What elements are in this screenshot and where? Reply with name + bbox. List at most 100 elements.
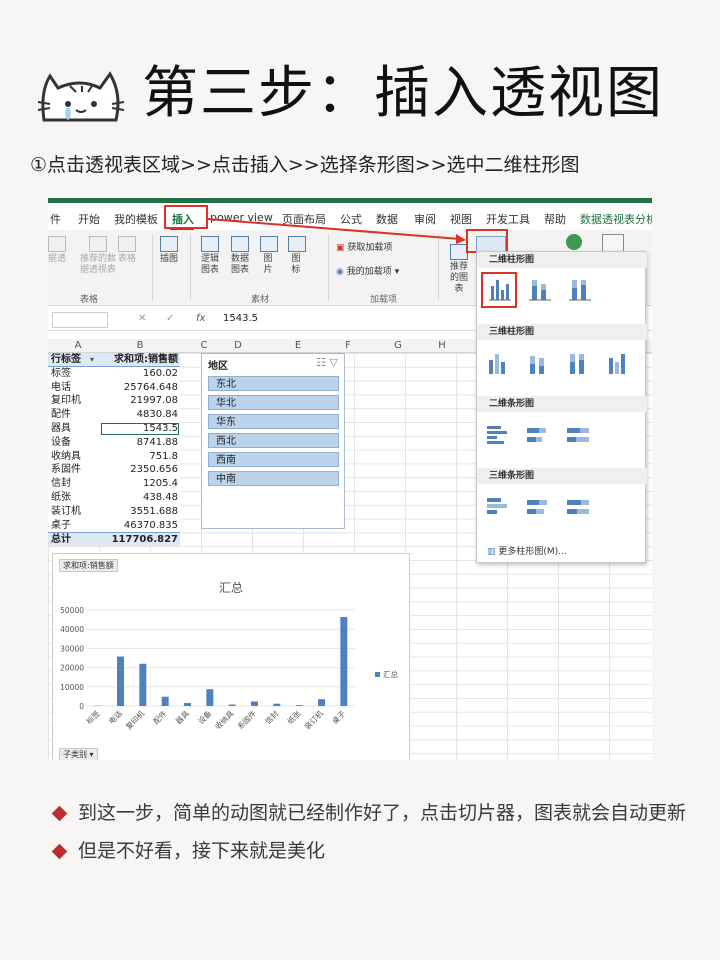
pivot-header-label[interactable]: 行标签	[51, 353, 81, 367]
3d-percent-column-icon[interactable]	[565, 350, 591, 376]
dd-section-3d-column: 三维柱形图	[477, 324, 647, 340]
page-title: 第三步：插入透视图	[142, 61, 664, 126]
y-tick-label: 50000	[60, 606, 84, 615]
x-tick-label: 信封	[263, 708, 281, 726]
pivot-row-selected[interactable]: 器具 1543.5	[48, 422, 180, 436]
stacked-bar-icon[interactable]	[525, 422, 551, 448]
x-tick-label: 系固件	[235, 708, 258, 731]
slicer-item-zhongnan[interactable]: 中南	[208, 471, 339, 486]
pivot-row[interactable]: 桌子 46370.835	[48, 519, 180, 533]
category-field-button[interactable]: 子类别 ▾	[59, 748, 98, 760]
y-tick-label: 0	[79, 702, 84, 711]
dd-section-2d-bar: 二维条形图	[477, 396, 647, 412]
legend-label: 汇总	[383, 669, 398, 679]
legend-swatch	[375, 672, 380, 677]
chart-bar	[273, 703, 281, 706]
name-box[interactable]	[52, 312, 108, 328]
chart-bar	[206, 689, 214, 706]
dd-3d-column-icons	[477, 344, 647, 384]
x-tick-label: 电话	[106, 708, 124, 726]
diamond-bullet-icon	[51, 843, 68, 860]
y-tick-label: 10000	[60, 683, 84, 692]
percent-stacked-column-icon[interactable]	[567, 276, 593, 302]
dd-section-2d-column: 二维柱形图	[477, 252, 647, 268]
3d-percent-bar-icon[interactable]	[565, 494, 591, 520]
chart-bar	[184, 703, 191, 706]
slicer-item-huadong[interactable]: 华东	[208, 414, 339, 429]
column-header-b[interactable]: B	[110, 340, 170, 351]
filter-dropdown-icon[interactable]: ▾	[90, 353, 94, 367]
pivot-row[interactable]: 装订机 3551.688	[48, 505, 180, 519]
chart-bar	[251, 701, 258, 706]
slicer-title: 地区	[208, 361, 228, 372]
more-column-charts[interactable]: ▥ 更多柱形图(M)...	[487, 544, 567, 557]
x-tick-label: 纸张	[285, 708, 303, 726]
x-tick-label: 装订机	[302, 708, 325, 731]
x-tick-label: 器具	[174, 709, 191, 726]
x-tick-label: 桌子	[330, 708, 348, 726]
chart-title: 汇总	[219, 581, 243, 595]
chart-bar	[228, 704, 236, 706]
3d-clustered-bar-icon[interactable]	[485, 494, 511, 520]
pivot-header-row: 行标签 ▾ 求和项:销售额	[48, 353, 180, 367]
chart-bar	[161, 696, 169, 706]
chart-bar	[139, 663, 147, 706]
3d-stacked-column-icon[interactable]	[525, 350, 551, 376]
stacked-column-icon[interactable]	[527, 276, 553, 302]
pivot-row[interactable]: 收纳具 751.8	[48, 450, 180, 464]
pivot-row[interactable]: 标签 160.02	[48, 367, 180, 381]
column-chart-dropdown[interactable]: 二维柱形图 三维柱形图 二维条形图 三维条形图 ▥ 更多柱形图(M)...	[476, 251, 647, 563]
x-tick-label: 收纳具	[213, 708, 236, 731]
clustered-bar-icon[interactable]	[485, 422, 511, 448]
y-tick-label: 30000	[60, 644, 84, 653]
note-item: 到这一步，简单的动图就已经制作好了，点击切片器，图表就会自动更新	[51, 794, 692, 832]
chart-svg: 汇总 0 10000 20000 30000 40000 50000 标签 电话 复印机 配件 器具设…	[60, 581, 398, 731]
slicer-item-dongbei[interactable]: 东北	[208, 376, 339, 391]
dd-2d-bar-icons	[477, 416, 647, 456]
formula-input[interactable]: 1543.5	[223, 313, 258, 324]
3d-column-icon[interactable]	[605, 350, 631, 376]
slicer-item-huabei[interactable]: 华北	[208, 395, 339, 410]
column-header-d[interactable]: D	[208, 340, 268, 351]
pivot-table[interactable]: 行标签 ▾ 求和项:销售额 标签 160.02 电话 25764.648 复印机 21…	[48, 353, 180, 547]
note-item: 但是不好看，接下来就是美化	[51, 832, 692, 870]
pivot-row[interactable]: 电话 25764.648	[48, 381, 180, 395]
pivot-chart[interactable]: 汇总 0 10000 20000 30000 40000 50000 标签 电话 复印机 配件 器具设…	[52, 553, 410, 760]
step-instructions: ①点击透视表区域>>点击插入>>选择条形图>>选中二维柱形图	[30, 154, 580, 176]
pivot-row[interactable]: 配件 4830.84	[48, 408, 180, 422]
cat-icon	[37, 71, 125, 122]
confirm-icon[interactable]: ✓	[166, 313, 174, 324]
chart-bar	[340, 616, 348, 706]
dd-3d-bar-icons	[477, 488, 647, 528]
chart-field-button[interactable]: 求和项:销售额	[59, 559, 118, 572]
region-slicer[interactable]: 地区 ☷ ▽ 东北 华北 华东 西北 西南 中南	[201, 353, 345, 529]
chart-bar	[295, 705, 303, 706]
multi-select-icon[interactable]: ☷ ▽	[316, 356, 338, 369]
slicer-item-xibei[interactable]: 西北	[208, 433, 339, 448]
notes: 到这一步，简单的动图就已经制作好了，点击切片器，图表就会自动更新 但是不好看，接…	[51, 794, 692, 870]
column-header-h[interactable]: H	[412, 340, 472, 351]
x-tick-label: 标签	[84, 708, 102, 726]
pivot-row[interactable]: 复印机 21997.08	[48, 394, 180, 408]
percent-stacked-bar-icon[interactable]	[565, 422, 591, 448]
pivot-row[interactable]: 信封 1205.4	[48, 477, 180, 491]
column-header-a[interactable]: A	[48, 340, 108, 351]
x-tick-label: 复印机	[123, 708, 146, 731]
slicer-item-xinan[interactable]: 西南	[208, 452, 339, 467]
x-tick-label: 设备	[196, 708, 214, 726]
pivot-row[interactable]: 设备 8741.88	[48, 436, 180, 450]
column-chart-icon: ▥	[487, 547, 496, 557]
3d-stacked-bar-icon[interactable]	[525, 494, 551, 520]
pivot-row[interactable]: 纸张 438.48	[48, 491, 180, 505]
selected-chart-highlight	[481, 272, 517, 308]
pivot-row[interactable]: 系固件 2350.656	[48, 463, 180, 477]
pivot-total-row[interactable]: 总计 117706.827	[48, 532, 180, 547]
pivot-header-value: 求和项:销售额	[114, 354, 178, 365]
header: 第三步：插入透视图	[0, 40, 720, 130]
x-tick-label: 配件	[151, 708, 169, 726]
fx-icon[interactable]: fx	[196, 313, 205, 324]
y-tick-label: 20000	[60, 664, 84, 673]
cancel-icon[interactable]: ✕	[138, 313, 146, 324]
3d-clustered-column-icon[interactable]	[485, 350, 511, 376]
diamond-bullet-icon	[51, 805, 68, 822]
